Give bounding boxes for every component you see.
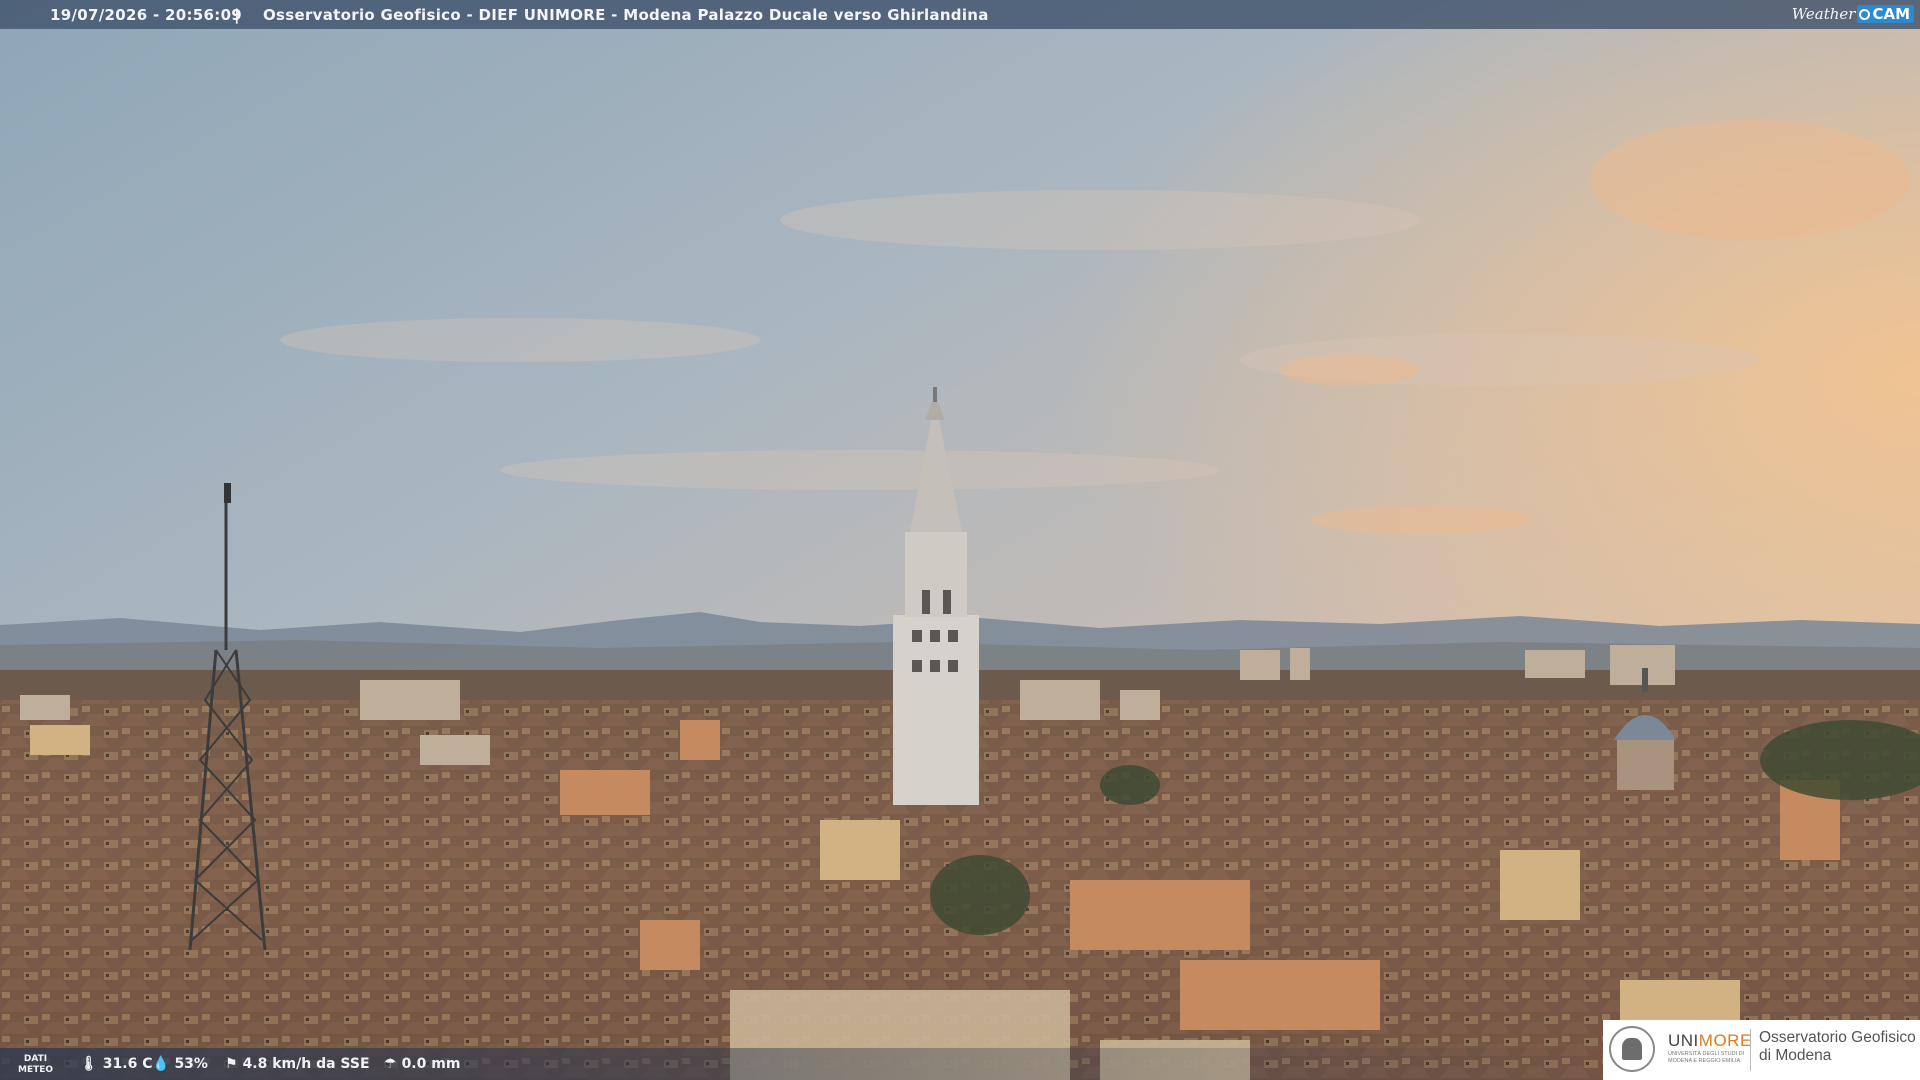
unimore-subtitle: UNIVERSITÀ DEGLI STUDI DI MODENA E REGGI… xyxy=(1668,1051,1745,1064)
unimore-branding-panel: UNIMORE UNIVERSITÀ DEGLI STUDI DI MODENA… xyxy=(1603,1020,1920,1080)
humidity-value: 53% xyxy=(174,1056,208,1072)
wind-value: 4.8 km/h da SSE xyxy=(242,1056,370,1072)
brand-prefix: UNI xyxy=(1668,1031,1699,1050)
brand-suffix: MORE xyxy=(1698,1031,1752,1050)
meteo-label-line2: METEO xyxy=(18,1065,54,1075)
top-caption-bar: 19/07/2026 - 20:56:09 | Osservatorio Geo… xyxy=(0,0,1920,29)
thermometer-icon: 🌡 xyxy=(80,1056,98,1072)
meteo-label-line1: DATI xyxy=(23,1054,48,1064)
rain-value: 0.0 mm xyxy=(401,1056,461,1072)
camera-title: Osservatorio Geofisico - DIEF UNIMORE - … xyxy=(263,6,989,24)
branding-divider xyxy=(1750,1029,1751,1071)
observatory-line2: di Modena xyxy=(1759,1047,1832,1064)
wind-reading: ⚑ 4.8 km/h da SSE xyxy=(225,1056,370,1072)
observatory-line1: Osservatorio Geofisico xyxy=(1759,1029,1916,1046)
humidity-reading: 💧 53% xyxy=(152,1056,208,1072)
timestamp: 19/07/2026 - 20:56:09 xyxy=(50,6,243,24)
temperature-reading: 🌡 31.6 C xyxy=(80,1056,152,1072)
rain-reading: ☂ 0.0 mm xyxy=(384,1056,460,1072)
weather-data-bar: DATI METEO 🌡 31.6 C 💧 53% ⚑ 4.8 km/h da … xyxy=(0,1048,1600,1080)
meteo-label: DATI METEO xyxy=(18,1054,53,1076)
logo-weather-text: Weather xyxy=(1791,5,1856,23)
camera-lens-icon xyxy=(1859,8,1871,20)
drop-icon: 💧 xyxy=(152,1056,170,1072)
rain-icon: ☂ xyxy=(384,1056,397,1072)
weathercam-logo: Weather CAM xyxy=(1792,3,1914,25)
logo-cam-badge: CAM xyxy=(1857,5,1914,23)
unimore-wordmark: UNIMORE xyxy=(1668,1031,1752,1051)
temperature-value: 31.6 C xyxy=(102,1056,153,1072)
observatory-name: Osservatorio Geofisico di Modena xyxy=(1759,1029,1916,1065)
caption-separator: | xyxy=(234,6,240,24)
university-seal-icon xyxy=(1609,1026,1655,1072)
logo-cam-text: CAM xyxy=(1872,5,1910,23)
wind-icon: ⚑ xyxy=(225,1056,238,1072)
webcam-scene xyxy=(0,0,1920,1080)
